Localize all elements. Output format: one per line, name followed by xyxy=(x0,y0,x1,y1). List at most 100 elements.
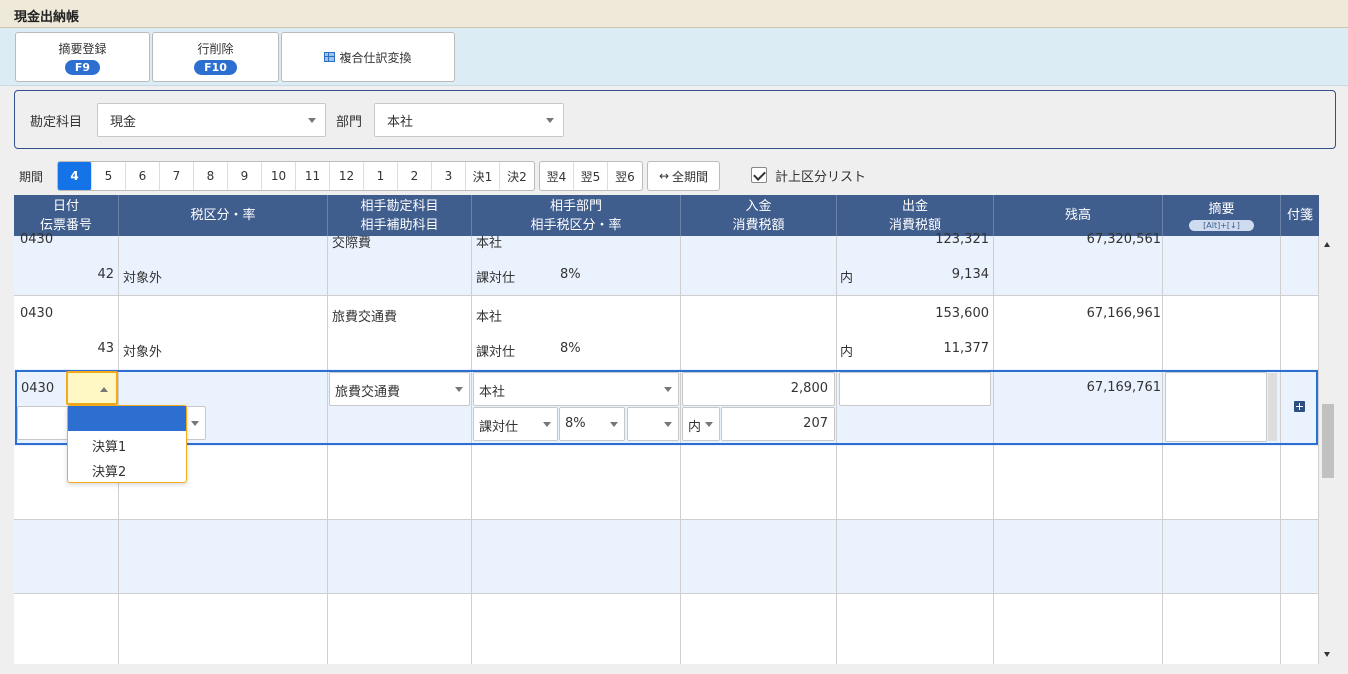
department-select[interactable]: 本社 xyxy=(374,103,564,137)
row-date: 0430 xyxy=(20,232,54,247)
dropdown-option-settlement-2[interactable]: 決算2 xyxy=(68,456,186,481)
period-tab[interactable]: 4 xyxy=(58,162,92,190)
chevron-down-icon xyxy=(664,387,672,392)
period-selector: 期間 4 5 6 7 8 9 10 11 12 1 2 3 決1 決2 翌4 翌… xyxy=(14,160,1334,192)
scroll-up-icon[interactable] xyxy=(1324,242,1330,247)
grid-icon xyxy=(324,52,336,62)
edit-department: 本社 xyxy=(479,385,506,400)
period-tab[interactable]: 翌4 xyxy=(540,162,574,190)
period-tab[interactable]: 翌6 xyxy=(608,162,642,190)
row-voucher: 43 xyxy=(97,341,114,356)
row-date: 0430 xyxy=(20,306,54,321)
row-tax: 対象外 xyxy=(123,345,163,360)
month-tabs: 4 5 6 7 8 9 10 11 12 1 2 3 決1 決2 xyxy=(57,161,535,191)
scroll-thumb[interactable] xyxy=(1322,404,1334,478)
row-counter-rate: 8% xyxy=(560,341,581,356)
edit-balance: 67,169,761 xyxy=(1086,380,1161,395)
period-tab[interactable]: 決1 xyxy=(466,162,500,190)
compound-journal-label: 複合仕訳変換 xyxy=(339,50,412,65)
header-tax-label: 税区分・率 xyxy=(190,208,256,223)
edit-date[interactable]: 0430 xyxy=(21,381,54,396)
header-balance-label: 残高 xyxy=(1064,208,1091,223)
header-counter-sub-label: 相手補助科目 xyxy=(360,217,439,233)
department-label: 部門 xyxy=(336,115,363,130)
period-tab[interactable]: 10 xyxy=(262,162,296,190)
vertical-scrollbar[interactable] xyxy=(1319,236,1339,664)
row-counter-tax: 課対仕 xyxy=(476,345,516,360)
compound-journal-button[interactable]: 複合仕訳変換 xyxy=(281,32,455,82)
header-counter-tax-label: 相手税区分・率 xyxy=(530,217,622,233)
posting-list-checkbox[interactable] xyxy=(751,167,767,183)
dropdown-option-settlement-1[interactable]: 決算1 xyxy=(68,431,186,456)
row-counter-tax: 課対仕 xyxy=(476,271,516,286)
period-tab[interactable]: 9 xyxy=(228,162,262,190)
chevron-down-icon xyxy=(705,422,713,427)
counter-tax-select[interactable]: 課対仕 xyxy=(473,407,558,441)
period-tab[interactable]: 5 xyxy=(92,162,126,190)
withdrawal-input[interactable] xyxy=(839,372,991,406)
header-counter-account-label: 相手勘定科目 xyxy=(360,198,439,214)
scroll-down-icon[interactable] xyxy=(1324,652,1330,657)
period-tab[interactable]: 12 xyxy=(330,162,364,190)
summary-scrollbar[interactable] xyxy=(1268,373,1277,441)
edit-account: 旅費交通費 xyxy=(335,385,401,400)
deposit-input[interactable]: 2,800 xyxy=(682,372,835,406)
empty-row[interactable] xyxy=(14,520,1319,594)
counter-department-select[interactable]: 本社 xyxy=(473,372,679,406)
header-date[interactable]: 日付 伝票番号 xyxy=(14,195,119,236)
counter-account-select[interactable]: 旅費交通費 xyxy=(329,372,470,406)
header-counter-department[interactable]: 相手部門 相手税区分・率 xyxy=(472,195,681,236)
header-attachment[interactable]: 付箋 xyxy=(1281,195,1319,236)
posting-type-select[interactable] xyxy=(66,371,118,405)
header-withdrawal-label: 出金 xyxy=(901,198,928,214)
header-counter-account[interactable]: 相手勘定科目 相手補助科目 xyxy=(328,195,472,236)
posting-list-label: 計上区分リスト xyxy=(775,170,867,185)
row-withdrawal: 123,321 xyxy=(935,232,989,247)
deposit-tax-type-select[interactable]: 内 xyxy=(682,407,720,441)
period-tab[interactable]: 6 xyxy=(126,162,160,190)
posting-type-dropdown: 決算1 決算2 xyxy=(67,405,187,483)
empty-row[interactable] xyxy=(14,446,1319,520)
row-withdrawal-tax-type: 内 xyxy=(840,271,854,286)
counter-extra-select[interactable] xyxy=(627,407,679,441)
delete-row-button[interactable]: 行削除 F10 xyxy=(152,32,279,82)
empty-row[interactable] xyxy=(14,594,1319,664)
period-tab[interactable]: 2 xyxy=(398,162,432,190)
account-label: 勘定科目 xyxy=(30,115,83,130)
row-account: 交際費 xyxy=(332,236,372,251)
next-year-tabs: 翌4 翌5 翌6 xyxy=(539,161,643,191)
header-balance[interactable]: 残高 xyxy=(994,195,1163,236)
header-withdrawal[interactable]: 出金 消費税額 xyxy=(837,195,994,236)
add-note-icon[interactable] xyxy=(1294,401,1305,412)
period-tab[interactable]: 11 xyxy=(296,162,330,190)
f10-key-badge: F10 xyxy=(194,59,237,75)
row-department: 本社 xyxy=(476,236,503,251)
edit-counter-rate: 8% xyxy=(565,416,586,431)
left-right-arrow-icon: ↔ xyxy=(658,169,670,183)
account-select[interactable]: 現金 xyxy=(97,103,326,137)
chevron-up-icon xyxy=(100,387,108,392)
toolbar: 摘要登録 F9 行削除 F10 複合仕訳変換 xyxy=(0,28,1348,86)
period-tab[interactable]: 3 xyxy=(432,162,466,190)
counter-rate-select[interactable]: 8% xyxy=(559,407,625,441)
period-tab[interactable]: 決2 xyxy=(500,162,534,190)
header-deposit[interactable]: 入金 消費税額 xyxy=(681,195,837,236)
period-tab[interactable]: 8 xyxy=(194,162,228,190)
filter-panel: 勘定科目 現金 部門 本社 xyxy=(14,90,1336,149)
period-tab[interactable]: 7 xyxy=(160,162,194,190)
department-value: 本社 xyxy=(387,115,414,130)
header-tax[interactable]: 税区分・率 xyxy=(119,195,328,236)
dropdown-option-blank[interactable] xyxy=(68,406,186,431)
all-period-button[interactable]: ↔ 全期間 xyxy=(647,161,720,191)
summary-textarea[interactable] xyxy=(1165,372,1267,442)
period-tab[interactable]: 翌5 xyxy=(574,162,608,190)
summary-register-button[interactable]: 摘要登録 F9 xyxy=(15,32,150,82)
chevron-down-icon xyxy=(546,118,554,123)
row-tax: 対象外 xyxy=(123,271,163,286)
period-tab[interactable]: 1 xyxy=(364,162,398,190)
deposit-tax-input[interactable]: 207 xyxy=(721,407,835,441)
f9-key-badge: F9 xyxy=(64,59,101,75)
header-summary[interactable]: 摘要 [Alt]+[↓] xyxy=(1163,195,1281,236)
row-balance: 67,166,961 xyxy=(1086,306,1161,321)
edit-deposit: 2,800 xyxy=(790,381,828,396)
